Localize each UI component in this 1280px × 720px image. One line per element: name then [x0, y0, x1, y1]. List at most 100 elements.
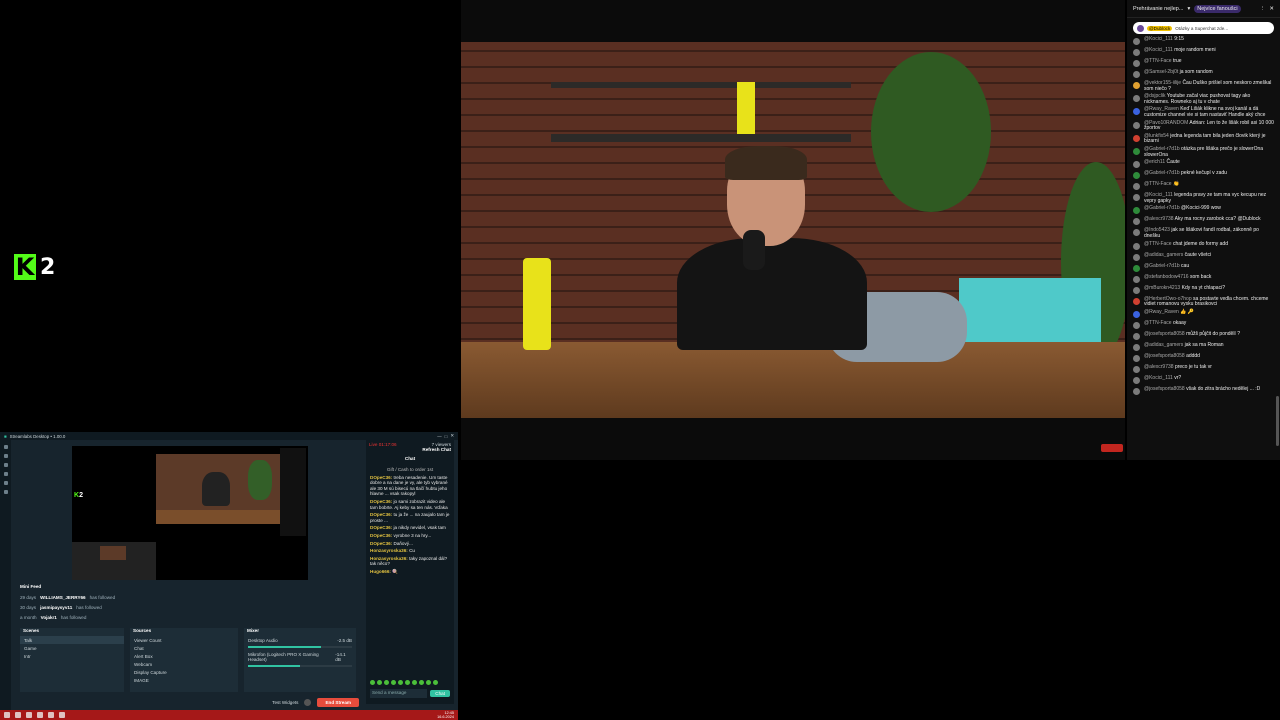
chat-message[interactable]: @Rway_Raven 👍 🔑	[1127, 309, 1280, 320]
app-chat-user: DOpeC36:	[370, 512, 393, 518]
search-icon[interactable]	[15, 712, 21, 718]
chevron-down-icon[interactable]: ▾	[1187, 6, 1190, 12]
chat-filter[interactable]: Nejvíce fanoušci	[1194, 4, 1241, 13]
mixer-channel: Mikrofon (Logitech PRO X Gaming Headset)…	[244, 650, 356, 669]
volume-slider[interactable]	[248, 665, 352, 667]
refresh-chat-button[interactable]: Refresh Chat	[422, 447, 451, 452]
taskbar-clock[interactable]: 12:45 16.6.2024	[437, 711, 454, 719]
chat-message-body: @Kocici_111 moje random meni	[1144, 47, 1216, 54]
windows-start-icon[interactable]	[4, 712, 10, 718]
feed-time: a month	[20, 614, 37, 620]
chat-message[interactable]: @TTN-Face true	[1127, 58, 1280, 69]
chat-message[interactable]: @Kocici_111 vr?	[1127, 375, 1280, 386]
chat-message[interactable]: @Gabriel-r7d1b otázka pre lišáka prečo j…	[1127, 146, 1280, 159]
app-icon[interactable]	[37, 712, 43, 718]
chat-message[interactable]: @HerbertOwo-o7hop sa postavte vedla chce…	[1127, 296, 1280, 309]
chat-message[interactable]: @adidas_gamers čaute všetci	[1127, 252, 1280, 263]
scene-item[interactable]: Intr	[20, 652, 124, 660]
source-item[interactable]: Viewer Count	[130, 636, 238, 644]
chat-message[interactable]: @stefanbodow4716 som back	[1127, 274, 1280, 285]
avatar	[1137, 25, 1144, 32]
stream-preview[interactable]: K2	[72, 446, 308, 580]
app-chat-message: Honzasyroska36: taky zapoznal dál? tak n…	[366, 555, 454, 568]
chat-message[interactable]: @lunkfix54 jedna legenda tam bila jeden …	[1127, 133, 1280, 146]
maximize-icon[interactable]: □	[445, 434, 448, 439]
source-item[interactable]: Alert Box	[130, 652, 238, 660]
live-badge[interactable]	[1101, 444, 1123, 452]
chat-text: čaute všetci	[1184, 251, 1212, 258]
scenes-title: Scenes	[23, 628, 40, 633]
chat-message[interactable]: @Gabriel-r7d1b cau	[1127, 263, 1280, 274]
chat-title[interactable]: Prehrávanie nejlep...	[1133, 6, 1183, 12]
chat-message[interactable]: @Kocici_111 moje random meni	[1127, 47, 1280, 58]
chat-message[interactable]: @TTN-Face 👏	[1127, 181, 1280, 192]
app-chat-user: Honzasyroska36:	[370, 548, 408, 554]
chat-message[interactable]: @Kocici_111 legenda pravy ze tam ma vyc …	[1127, 192, 1280, 205]
chat-input[interactable]: Send a message	[370, 688, 428, 698]
layout-icon[interactable]	[3, 454, 8, 458]
mixer-channel-header: Mikrofon (Logitech PRO X Gaming Headset)…	[248, 652, 352, 662]
app-sidebar	[0, 440, 11, 712]
close-icon[interactable]: ✕	[1269, 6, 1274, 12]
app-chat-message: DOpeC36: Daňový...	[366, 540, 454, 548]
avatar	[1133, 310, 1140, 318]
chat-message[interactable]: @erich11 Čaute	[1127, 159, 1280, 170]
chat-text: pekné kečupí v zadu	[1181, 170, 1227, 177]
source-item[interactable]: Display Capture	[130, 668, 238, 676]
mini-feed: Mini Feed 29 days WILLIAMS_JERRY66 has fol…	[20, 584, 356, 626]
chat-scrollbar[interactable]	[1276, 396, 1279, 446]
pinned-message[interactable]: @Dublock Otázky a Superchat zde...	[1133, 22, 1274, 34]
source-item[interactable]: Chat	[130, 644, 238, 652]
avatar	[1133, 207, 1140, 215]
chat-message[interactable]: @Gabriel-r7d1b pekné kečupí v zadu	[1127, 170, 1280, 181]
chat-message[interactable]: @mBurokn4213 Kdy na yt chlapaci?	[1127, 285, 1280, 296]
chat-message[interactable]: @josefsporta8058 můžš půjčit do pondělí …	[1127, 331, 1280, 342]
chat-message[interactable]: @josefsporta8058 však do zitra brácho ne…	[1127, 386, 1280, 397]
scene-item[interactable]: Talk	[20, 636, 124, 644]
close-icon[interactable]: ✕	[450, 433, 454, 439]
chat-message[interactable]: @josefsporta8058 adddd	[1127, 353, 1280, 364]
chat-message[interactable]: @alexcr9738 preco je tu tak vr	[1127, 364, 1280, 375]
app-icon[interactable]	[59, 712, 65, 718]
avatar	[1133, 242, 1140, 250]
video-player[interactable]	[461, 0, 1125, 460]
chat-message[interactable]: @TTN-Face chat jdeme do formy add	[1127, 241, 1280, 252]
emote-bar[interactable]	[370, 680, 438, 685]
chat-username: @josefsporta8058	[1144, 385, 1185, 392]
chat-username: @stefanbodow4716	[1144, 273, 1189, 280]
chat-message[interactable]: @dsjpclik Youtube začal viac pushovat ta…	[1127, 93, 1280, 106]
chat-message[interactable]: @vektor155-iilije Čau Duško prišiel som …	[1127, 80, 1280, 93]
highlighter-icon[interactable]	[3, 481, 8, 485]
chat-message[interactable]: @TTN-Face okaay	[1127, 320, 1280, 331]
video-frame[interactable]	[461, 42, 1125, 418]
volume-level	[248, 646, 321, 648]
chat-message[interactable]: @adidas_gamers jak sa ma Roman	[1127, 342, 1280, 353]
avatar	[1133, 321, 1140, 329]
feed-action: has followed	[89, 594, 116, 600]
editor-icon[interactable]	[3, 445, 8, 449]
source-item[interactable]: Webcam	[130, 660, 238, 668]
apps-icon[interactable]	[3, 472, 8, 476]
browser-icon[interactable]	[26, 712, 32, 718]
chat-send-button[interactable]: Chat	[430, 689, 450, 697]
avatar	[1133, 332, 1140, 340]
chat-message[interactable]: @Gabriel-r7d1b @Kocici-999 wow	[1127, 205, 1280, 216]
scene-item[interactable]: Game	[20, 644, 124, 652]
chat-message[interactable]: @alexcr9738 Aky ma rocny zarobok cca? @D…	[1127, 216, 1280, 227]
chat-message[interactable]: @Indo5423 jak se lišákovi řandí rodbal, …	[1127, 227, 1280, 240]
chat-message[interactable]: @Pavo10RANDOM Adrian: Len to že lišák ro…	[1127, 120, 1280, 133]
themes-icon[interactable]	[3, 463, 8, 467]
more-icon[interactable]: ⋮	[1260, 6, 1266, 12]
chat-message[interactable]: @Kocici_111 9:15	[1127, 36, 1280, 47]
chat-message[interactable]: @Rway_Raven Keď Lišák kliknе na svoj kan…	[1127, 106, 1280, 119]
test-widgets-button[interactable]: Test Widgets	[272, 700, 298, 705]
volume-slider[interactable]	[248, 646, 352, 648]
chat-message[interactable]: @Samsel-2bj0t ja som random	[1127, 69, 1280, 80]
end-stream-button[interactable]: End Stream	[317, 697, 359, 707]
minimize-icon[interactable]: —	[437, 434, 441, 439]
app-icon[interactable]	[48, 712, 54, 718]
settings-icon[interactable]	[3, 490, 8, 494]
app-title: Streamlabs Desktop • 1.00.0	[9, 433, 66, 439]
source-item[interactable]: IMAGE	[130, 676, 238, 684]
gear-icon[interactable]	[304, 698, 312, 706]
